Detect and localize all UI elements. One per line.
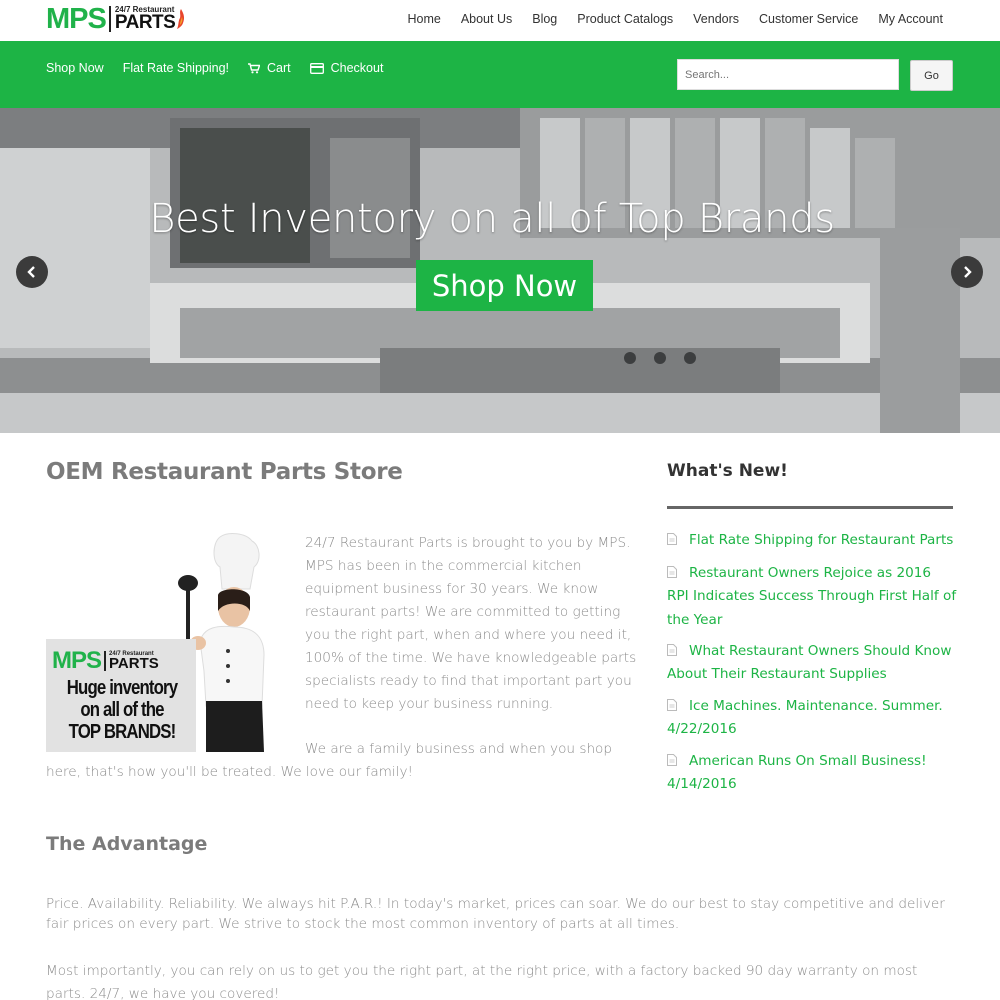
chevron-left-icon [27, 266, 35, 278]
flat-rate-shipping-link[interactable]: Flat Rate Shipping! [123, 61, 229, 75]
promo-banner: MPS 24/7 Restaurant PARTS Huge inventory… [46, 639, 196, 752]
promo-logo-right: 24/7 Restaurant PARTS [109, 651, 159, 671]
document-icon [667, 644, 677, 656]
hero-slider: Best Inventory on all of Top Brands Shop… [0, 108, 1000, 433]
advantage-heading: The Advantage [46, 833, 208, 855]
search-go-button[interactable]: Go [910, 60, 953, 91]
promo-logo-mps: MPS [52, 647, 102, 674]
site-header: MPS 24/7 Restaurant PARTS Home About Us … [0, 0, 1000, 41]
document-icon [667, 566, 677, 578]
shop-now-label: Shop Now [46, 61, 104, 75]
news-item[interactable]: Restaurant Owners Rejoice as 2016 RPI In… [667, 562, 957, 632]
checkout-link[interactable]: Checkout [309, 61, 384, 75]
advantage-paragraph-2: Most importantly, you can rely on us to … [46, 963, 918, 1000]
logo-parts-block: 24/7 Restaurant PARTS [114, 6, 176, 33]
news-item[interactable]: Ice Machines. Maintenance. Summer. 4/22/… [667, 695, 957, 742]
promo-logo: MPS 24/7 Restaurant PARTS [52, 649, 192, 673]
shop-now-link[interactable]: Shop Now [46, 61, 104, 75]
intro-paragraph: 24/7 Restaurant Parts is brought to you … [305, 535, 637, 712]
news-item[interactable]: Flat Rate Shipping for Restaurant Parts [667, 529, 957, 552]
promo-line-1: Huge inventory [66, 677, 178, 699]
page-title: OEM Restaurant Parts Store [46, 459, 403, 485]
main-nav: Home About Us Blog Product Catalogs Vend… [397, 0, 943, 38]
nav-customer-service[interactable]: Customer Service [749, 12, 868, 26]
promo-logo-parts: PARTS [109, 655, 159, 672]
nav-product-catalogs[interactable]: Product Catalogs [567, 12, 683, 26]
cart-link[interactable]: Cart [248, 61, 291, 75]
secondary-nav-bar: Shop Now Flat Rate Shipping! Cart Checko… [0, 41, 1000, 108]
news-item[interactable]: What Restaurant Owners Should Know About… [667, 640, 957, 687]
chevron-right-icon [964, 266, 972, 278]
sidebar-divider [667, 506, 953, 509]
document-icon [667, 533, 677, 545]
family-paragraph: We are a family business and when you sh… [46, 741, 613, 780]
cart-label: Cart [267, 61, 291, 75]
logo-mps-text: MPS [46, 3, 107, 35]
document-icon [667, 754, 677, 766]
news-item-title: American Runs On Small Business! 4/14/20… [667, 753, 927, 793]
flat-rate-shipping-label: Flat Rate Shipping! [122, 61, 229, 75]
advantage-paragraph-1: Price. Availability. Reliability. We alw… [46, 896, 945, 932]
document-icon [667, 699, 677, 711]
news-item[interactable]: American Runs On Small Business! 4/14/20… [667, 750, 957, 797]
news-item-title: Ice Machines. Maintenance. Summer. 4/22/… [667, 698, 943, 738]
news-item-title: What Restaurant Owners Should Know About… [667, 643, 952, 683]
nav-vendors[interactable]: Vendors [683, 12, 749, 26]
cart-icon [248, 62, 260, 73]
nav-about-us[interactable]: About Us [451, 12, 522, 26]
hero-shop-now-button[interactable]: Shop Now [416, 260, 593, 311]
nav-home[interactable]: Home [397, 12, 450, 26]
news-item-title: Restaurant Owners Rejoice as 2016 RPI In… [667, 565, 957, 628]
promo-image: MPS 24/7 Restaurant PARTS Huge inventory… [46, 531, 266, 752]
nav-my-account[interactable]: My Account [868, 12, 943, 26]
secondary-nav: Shop Now Flat Rate Shipping! Cart Checko… [46, 61, 402, 75]
checkout-label: Checkout [330, 61, 384, 75]
hero-title: Best Inventory on all of Top Brands [149, 196, 835, 242]
flame-icon [177, 9, 185, 29]
slider-prev-button[interactable] [16, 256, 48, 288]
promo-line-2: on all of the [80, 699, 164, 721]
search-input[interactable] [677, 59, 899, 90]
logo-divider [108, 6, 111, 32]
credit-card-icon [309, 62, 324, 74]
logo-parts-text: PARTS [114, 12, 176, 33]
site-logo[interactable]: MPS 24/7 Restaurant PARTS [46, 4, 185, 34]
promo-text: Huge inventory on all of the TOP BRANDS! [63, 677, 181, 743]
nav-blog[interactable]: Blog [522, 12, 567, 26]
sidebar-heading: What's New! [667, 461, 788, 481]
promo-logo-divider [104, 651, 107, 671]
news-item-title: Flat Rate Shipping for Restaurant Parts [689, 532, 954, 548]
slider-next-button[interactable] [951, 256, 983, 288]
